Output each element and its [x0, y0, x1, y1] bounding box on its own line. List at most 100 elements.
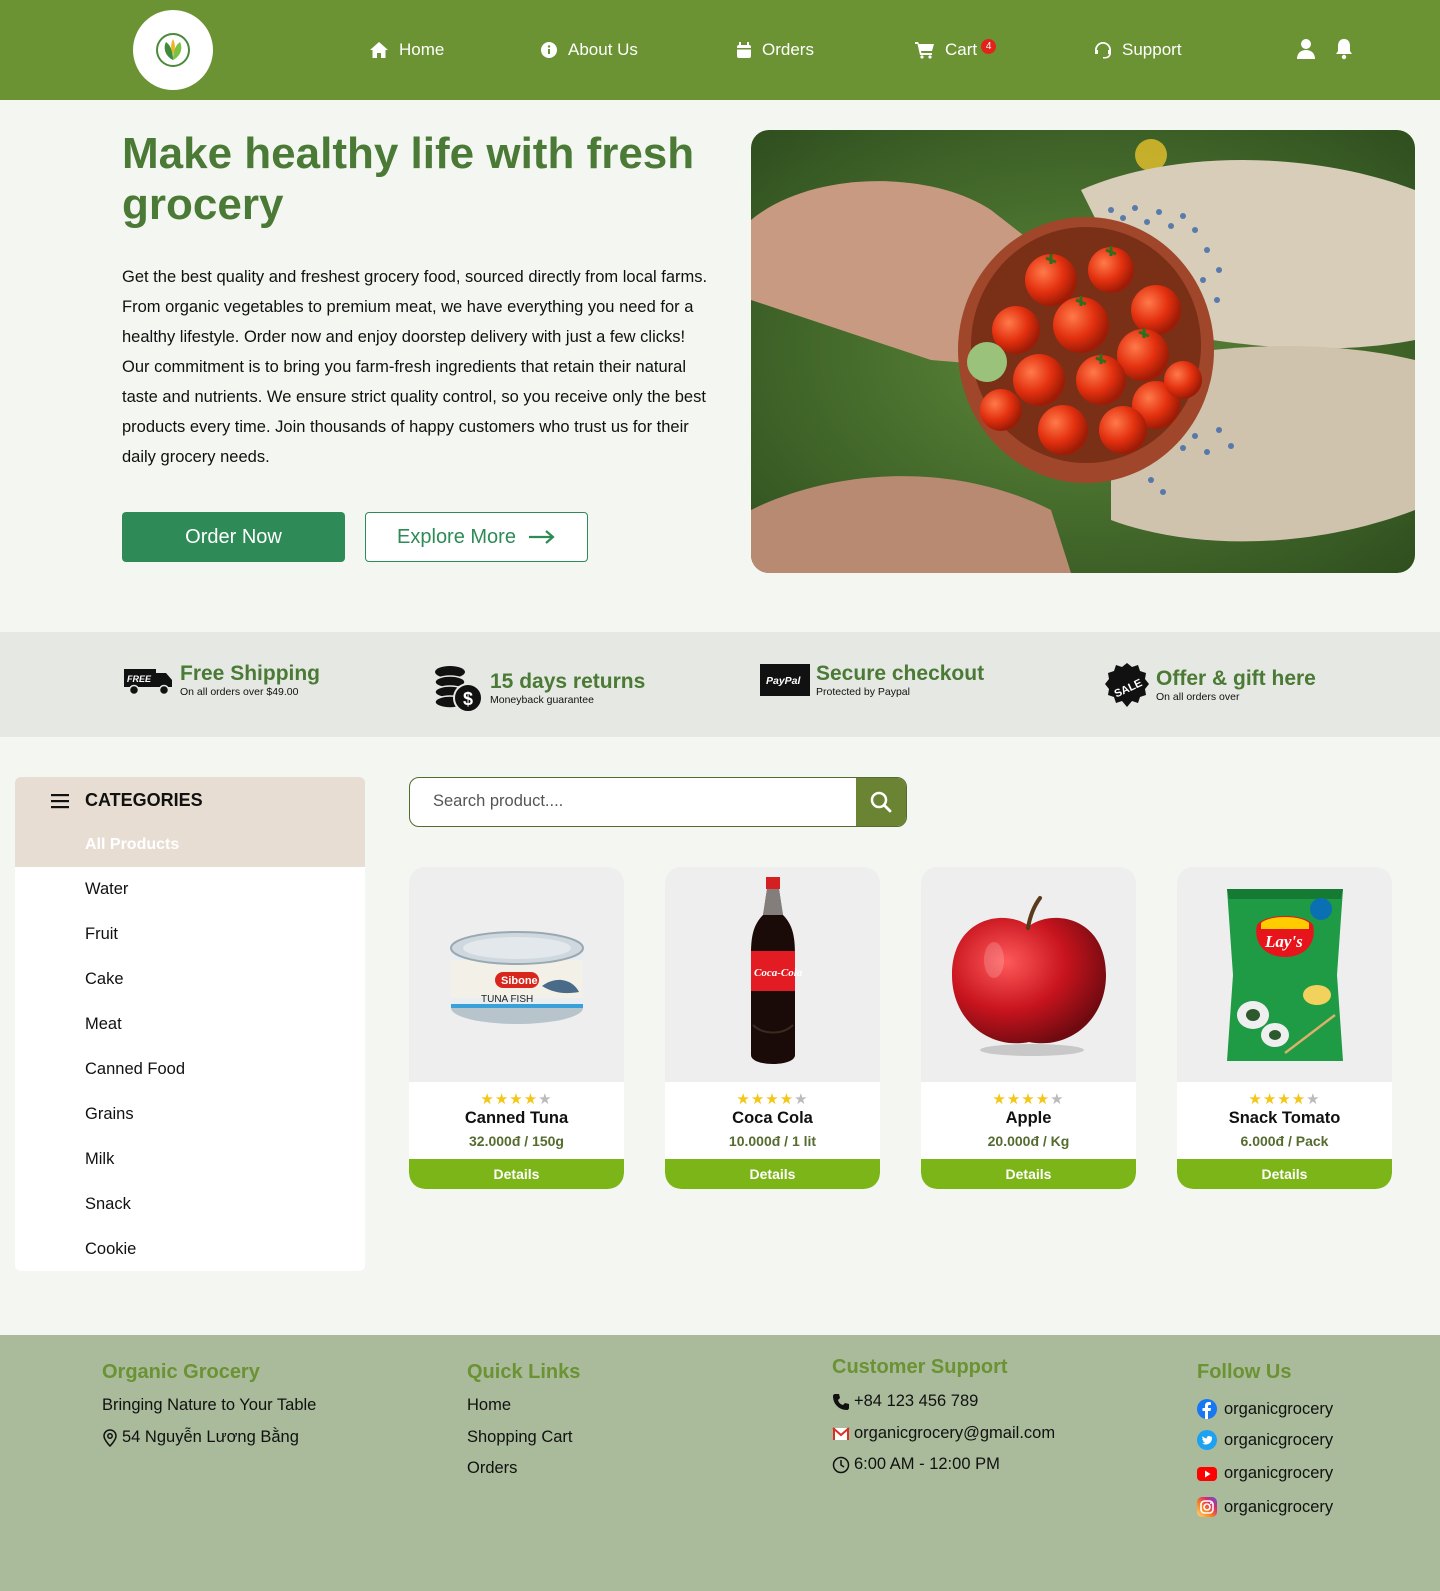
footer-address: 54 Nguyễn Lương Bằng [102, 1428, 299, 1447]
product-card: Lay's ★★★★★ Snack Tomato 6.000đ / Pack D… [1177, 867, 1392, 1189]
feature-returns: $ 15 days returns Moneyback guarantee [432, 662, 645, 714]
rating-stars: ★★★★★ [1248, 1091, 1321, 1108]
nav-support[interactable]: Support [1094, 36, 1182, 64]
footer-link-home[interactable]: Home [467, 1396, 511, 1415]
details-button[interactable]: Details [409, 1159, 624, 1189]
leaf-logo-icon [156, 33, 190, 67]
social-facebook[interactable]: organicgrocery [1197, 1399, 1333, 1419]
hero-description: Get the best quality and freshest grocer… [122, 268, 708, 466]
feature-subtitle: On all orders over [1156, 691, 1240, 703]
product-card: Coca-Cola ★★★★★ Coca Cola 10.000đ / 1 li… [665, 867, 880, 1189]
details-button[interactable]: Details [665, 1159, 880, 1189]
category-item[interactable]: Water [85, 880, 128, 899]
footer-link-orders[interactable]: Orders [467, 1459, 517, 1478]
youtube-icon [1197, 1466, 1217, 1481]
hero-image-tomatoes [751, 130, 1415, 573]
footer-link-cart[interactable]: Shopping Cart [467, 1428, 573, 1447]
instagram-icon [1197, 1497, 1217, 1517]
details-button[interactable]: Details [921, 1159, 1136, 1189]
category-item[interactable]: Milk [85, 1150, 114, 1169]
nav-orders[interactable]: Orders [736, 36, 814, 64]
category-item[interactable]: Canned Food [85, 1060, 185, 1079]
footer-email[interactable]: organicgrocery@gmail.com [832, 1424, 1055, 1443]
free-icon-text: FREE [127, 674, 152, 684]
search-button[interactable] [856, 778, 906, 826]
feature-subtitle: Protected by Paypal [816, 686, 910, 698]
feature-title: Free Shipping [180, 662, 321, 685]
site-footer: Organic Grocery Bringing Nature to Your … [0, 1335, 1440, 1591]
youtube-handle: organicgrocery [1224, 1464, 1334, 1482]
twitter-icon [1197, 1430, 1217, 1450]
category-item[interactable]: Fruit [85, 925, 118, 944]
details-button[interactable]: Details [1177, 1159, 1392, 1189]
info-icon [541, 42, 557, 58]
paypal-icon-text: PayPal [766, 675, 802, 687]
nav-about[interactable]: About Us [540, 36, 638, 64]
lays-brand-label: Lay's [1264, 932, 1303, 951]
category-item[interactable]: Snack [85, 1195, 131, 1214]
site-logo[interactable] [133, 10, 213, 90]
top-navbar: Home About Us Orders Cart 4 Support [0, 0, 1440, 100]
social-instagram[interactable]: organicgrocery [1197, 1497, 1333, 1517]
user-icon[interactable] [1296, 38, 1316, 60]
facebook-icon [1197, 1399, 1217, 1419]
paypal-icon: PayPal [760, 664, 810, 696]
social-twitter[interactable]: organicgrocery [1197, 1430, 1333, 1450]
rating-stars: ★★★★★ [480, 1091, 553, 1108]
category-item[interactable]: Meat [85, 1015, 122, 1034]
clock-icon [832, 1456, 850, 1473]
category-item[interactable]: Grains [85, 1105, 134, 1124]
search-input[interactable] [410, 778, 856, 825]
footer-brand-title: Organic Grocery [102, 1361, 260, 1383]
features-strip: FREE Free Shipping On all orders over $4… [0, 632, 1440, 737]
product-image-coca-cola: Coca-Cola [665, 867, 880, 1082]
nav-cart[interactable]: Cart 4 [915, 36, 997, 64]
order-now-button[interactable]: Order Now [122, 512, 345, 562]
feature-offer-gift: SALE Offer & gift here On all orders ove… [1104, 662, 1316, 708]
product-image-canned-tuna: Sibone TUNA FISH [409, 867, 624, 1082]
orders-box-icon [737, 42, 751, 58]
sale-badge-icon: SALE [1105, 663, 1149, 707]
social-youtube[interactable]: organicgrocery [1197, 1464, 1333, 1483]
footer-address-text: 54 Nguyễn Lương Bằng [122, 1428, 299, 1446]
feature-subtitle: Moneyback guarantee [490, 694, 594, 706]
categories-title: CATEGORIES [85, 790, 203, 810]
tuna-brand-label: Sibone [501, 975, 538, 987]
product-name: Canned Tuna [464, 1109, 569, 1127]
category-item[interactable]: Cake [85, 970, 124, 989]
feature-secure-checkout: PayPal Secure checkout Protected by Payp… [760, 662, 984, 698]
coins-dollar-icon: $ [434, 666, 483, 713]
product-image-snack-tomato: Lay's [1177, 867, 1392, 1082]
home-icon [370, 42, 388, 58]
footer-email-text: organicgrocery@gmail.com [854, 1424, 1056, 1442]
explore-more-label: Explore More [397, 525, 516, 548]
menu-icon[interactable] [51, 793, 69, 809]
product-card: Sibone TUNA FISH ★★★★★ Canned Tuna 32.00… [409, 867, 624, 1189]
tuna-product-label: TUNA FISH [481, 994, 533, 1005]
footer-links-title: Quick Links [467, 1361, 581, 1383]
category-all-products[interactable]: All Products [85, 836, 179, 854]
footer-social-title: Follow Us [1197, 1361, 1292, 1383]
rating-stars: ★★★★★ [736, 1091, 809, 1108]
footer-hours-text: 6:00 AM - 12:00 PM [854, 1455, 1000, 1473]
product-price: 6.000đ / Pack [1240, 1133, 1329, 1149]
feature-title: 15 days returns [490, 670, 646, 693]
cart-count-badge: 4 [981, 38, 997, 54]
coca-cola-brand-label: Coca-Cola [754, 967, 803, 979]
product-image-apple [921, 867, 1136, 1082]
product-card: ★★★★★ Apple 20.000đ / Kg Details [921, 867, 1136, 1189]
categories-sidebar: CATEGORIES All Products Water Fruit Cake… [15, 777, 365, 1271]
product-price: 10.000đ / 1 lit [728, 1133, 817, 1149]
product-name: Snack Tomato [1228, 1109, 1341, 1127]
feature-subtitle: On all orders over $49.00 [180, 686, 299, 698]
nav-cart-label: Cart [945, 40, 978, 59]
footer-support-title: Customer Support [832, 1356, 1008, 1378]
product-name: Apple [1005, 1109, 1052, 1127]
headset-icon [1095, 42, 1111, 59]
category-item[interactable]: Cookie [85, 1240, 136, 1259]
nav-support-label: Support [1122, 40, 1182, 59]
nav-home[interactable]: Home [369, 36, 444, 64]
explore-more-button[interactable]: Explore More [365, 512, 588, 562]
bell-icon[interactable] [1334, 38, 1354, 60]
product-name: Coca Cola [732, 1109, 813, 1127]
